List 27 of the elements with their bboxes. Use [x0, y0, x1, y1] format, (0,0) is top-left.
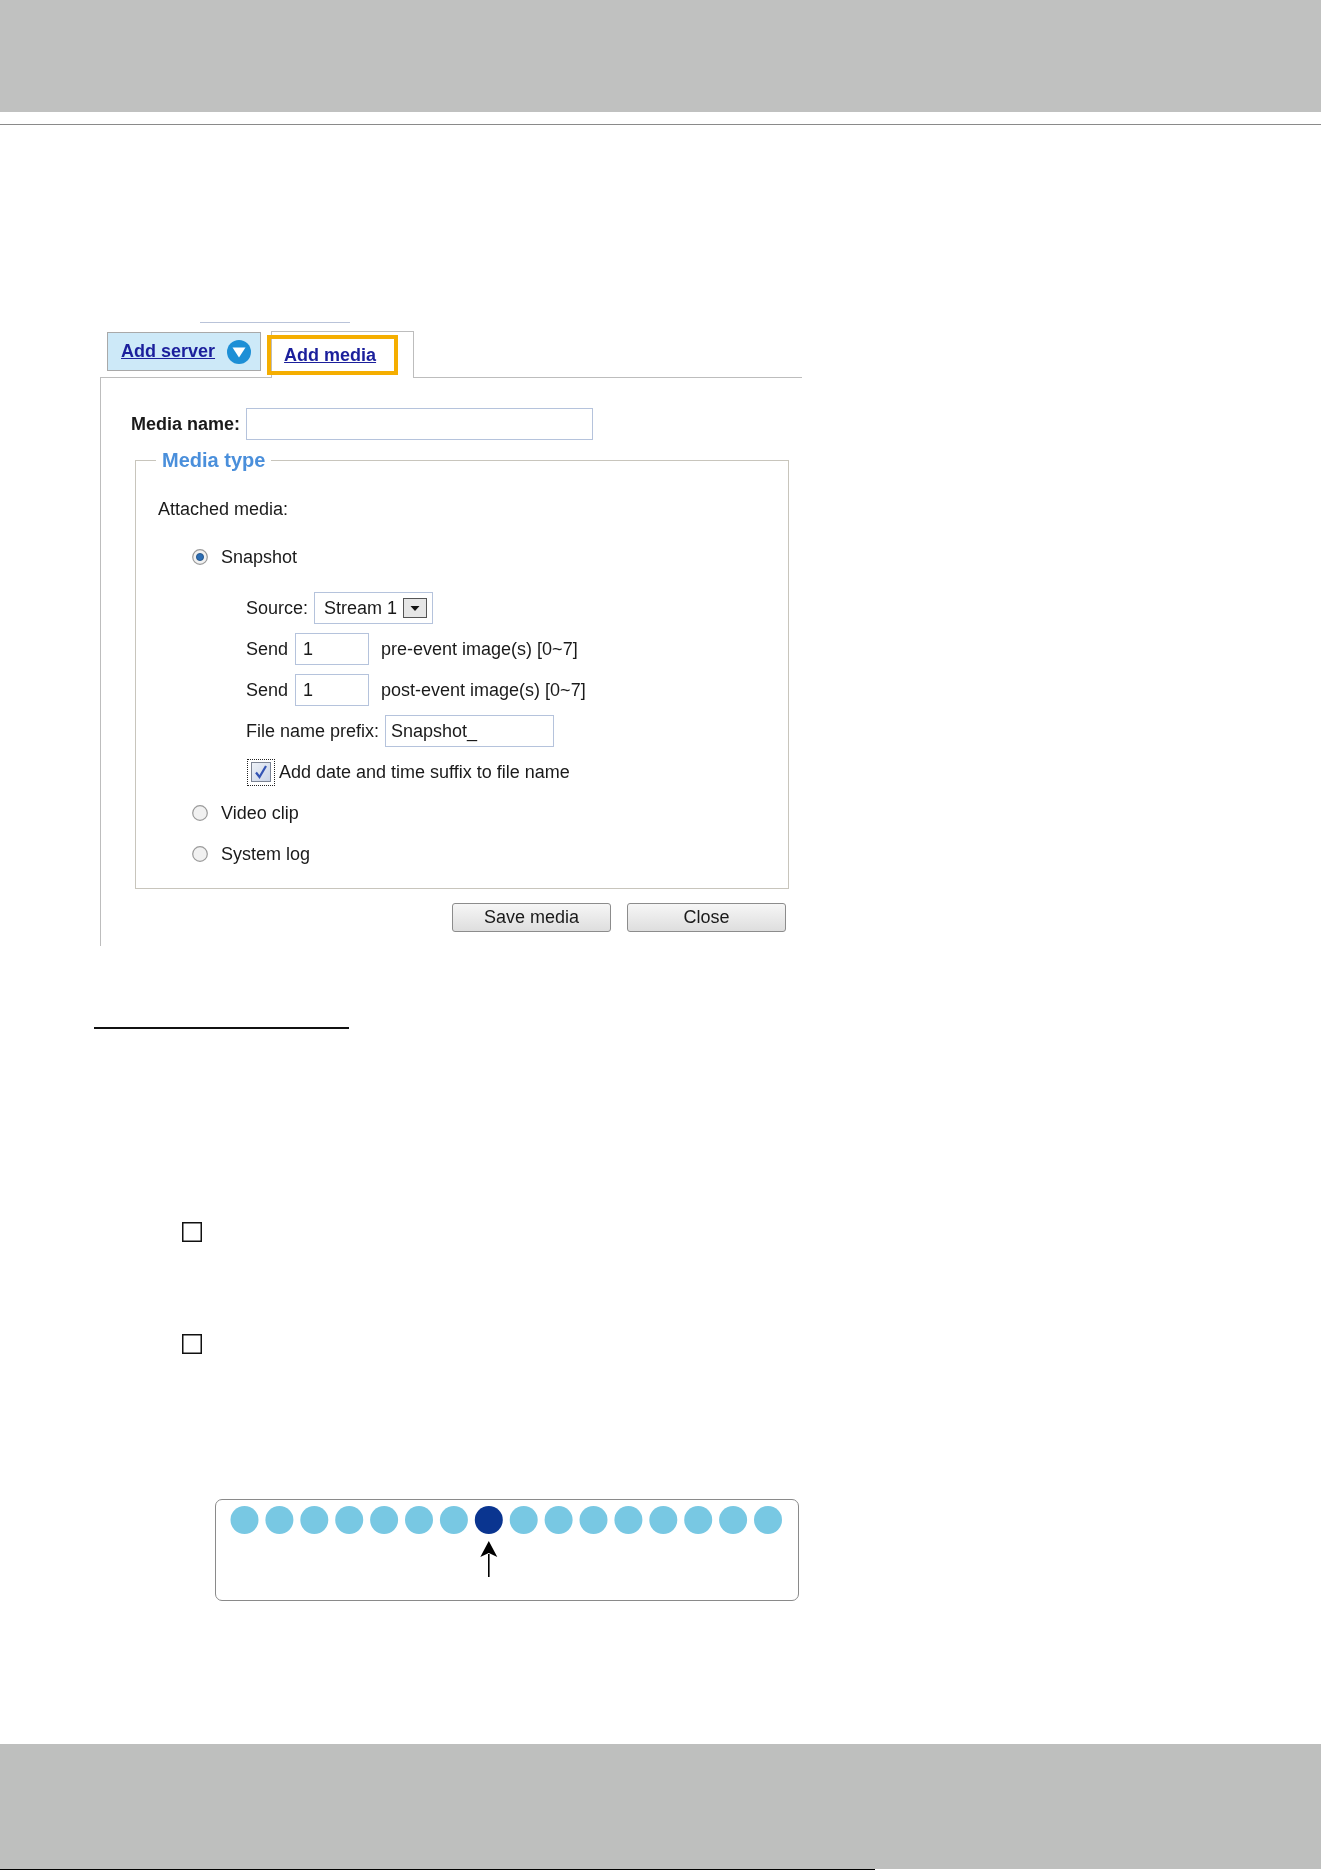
radio-button[interactable]: [192, 549, 208, 565]
text-field[interactable]: [246, 408, 594, 440]
action-button[interactable]: Close: [627, 903, 786, 932]
field-label: Source:: [246, 597, 309, 619]
radio-button[interactable]: [192, 805, 208, 821]
action-button[interactable]: Save media: [452, 903, 611, 932]
radio-button[interactable]: [192, 846, 208, 862]
checkbox-label: Add date and time suffix to file name: [279, 761, 570, 783]
text-field[interactable]: Snapshot_: [385, 715, 555, 747]
field-label: Send: [246, 679, 289, 701]
number-field[interactable]: 1: [295, 633, 370, 665]
field-label: Media name:: [131, 413, 241, 435]
group-legend: Media type: [156, 449, 272, 471]
dropdown-circle-icon[interactable]: [227, 339, 252, 364]
section-label: Attached media:: [158, 498, 289, 520]
radio-label: Video clip: [221, 802, 299, 824]
number-field[interactable]: 1: [295, 674, 370, 706]
radio-label: Snapshot: [221, 546, 298, 568]
caret-icon[interactable]: [403, 598, 428, 618]
field-label: Send: [246, 638, 289, 660]
field-hint: pre-event image(s) [0~7]: [381, 638, 578, 660]
checkbox[interactable]: [247, 758, 275, 786]
radio-label: System log: [221, 843, 311, 865]
field-hint: post-event image(s) [0~7]: [381, 679, 586, 701]
tab[interactable]: Add server: [107, 332, 262, 371]
dropdown[interactable]: Stream 1: [314, 592, 434, 624]
field-label: File name prefix:: [246, 720, 380, 742]
